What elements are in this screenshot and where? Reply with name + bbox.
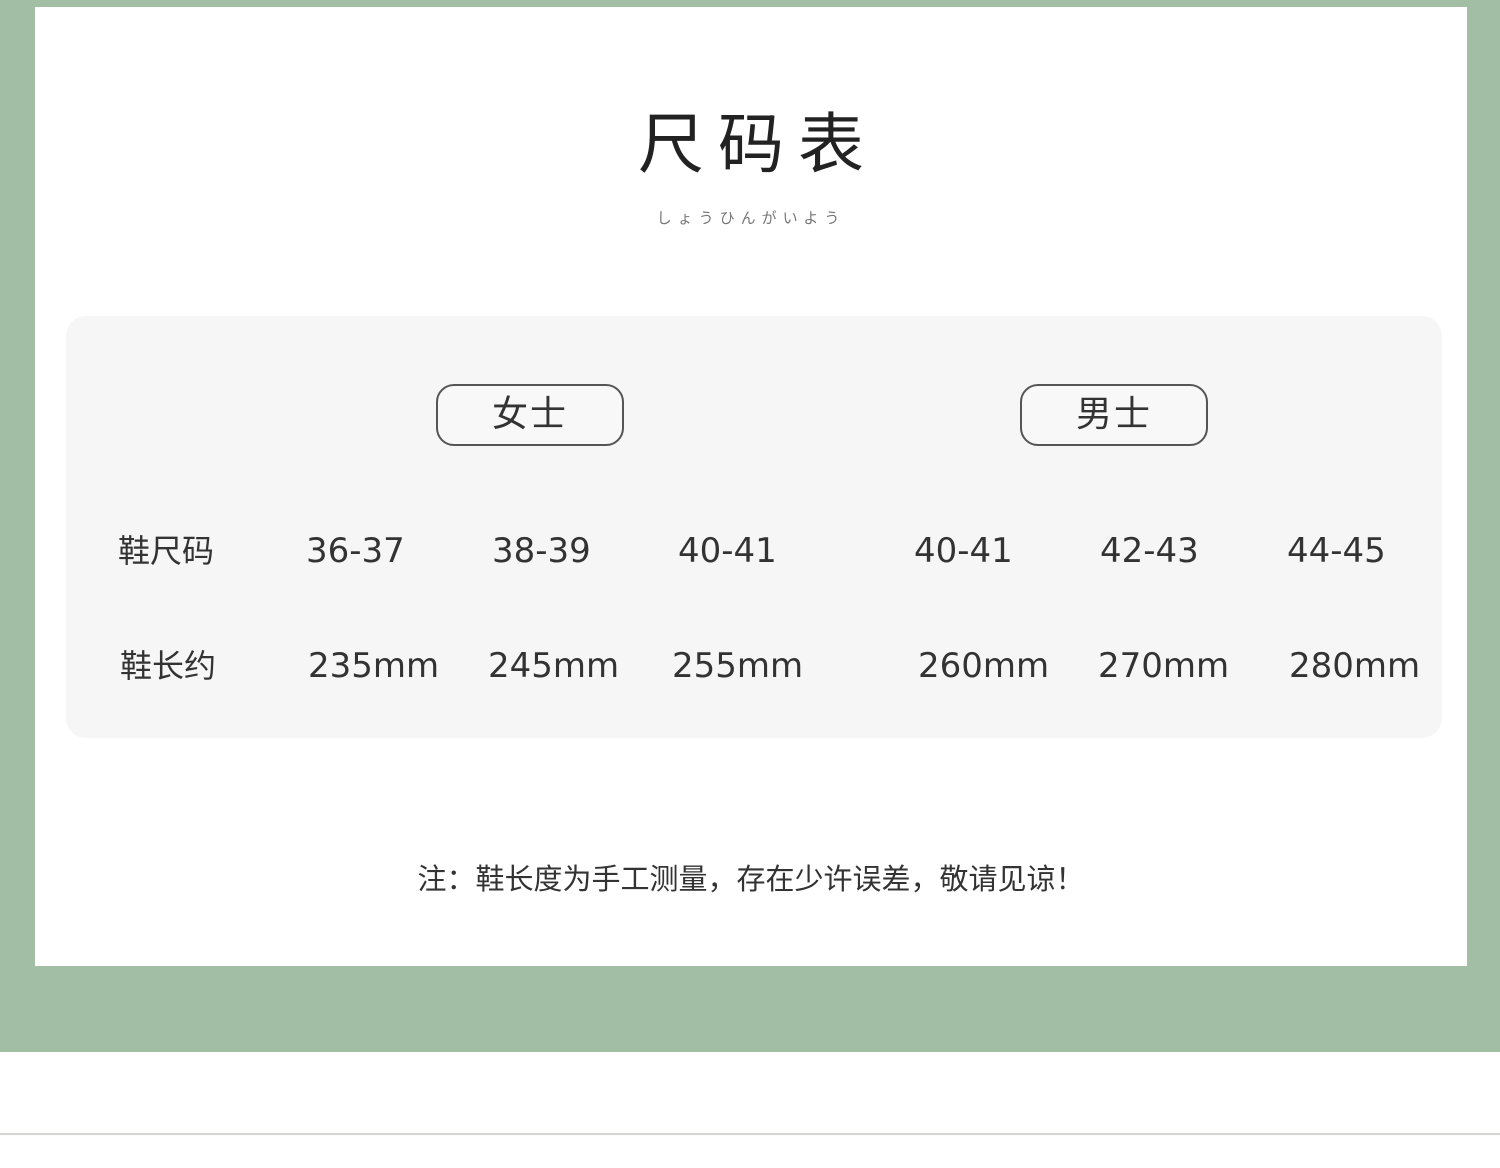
women-group-label: 女士 bbox=[436, 384, 624, 446]
size-chart-card: 尺码表 しょうひんがいよう 女士 男士 鞋尺码 36-37 38-39 40-4… bbox=[35, 7, 1467, 966]
measurement-note: 注：鞋长度为手工测量，存在少许误差，敬请见谅！ bbox=[417, 862, 1085, 896]
length-cell: 245mm bbox=[488, 646, 620, 686]
size-table: 女士 男士 鞋尺码 36-37 38-39 40-41 40-41 42-43 … bbox=[66, 316, 1442, 738]
divider bbox=[0, 1133, 1500, 1135]
size-cell: 36-37 bbox=[306, 531, 405, 571]
length-cell: 235mm bbox=[308, 646, 440, 686]
page-title: 尺码表 bbox=[638, 106, 878, 183]
length-cell: 280mm bbox=[1289, 646, 1421, 686]
size-cell: 42-43 bbox=[1100, 531, 1199, 571]
shoe-size-label: 鞋尺码 bbox=[118, 532, 215, 570]
size-cell: 44-45 bbox=[1287, 531, 1386, 571]
page-subtitle: しょうひんがいよう bbox=[656, 209, 846, 227]
length-cell: 260mm bbox=[918, 646, 1050, 686]
length-cell: 270mm bbox=[1098, 646, 1230, 686]
length-cell: 255mm bbox=[672, 646, 804, 686]
size-cell: 38-39 bbox=[492, 531, 591, 571]
men-group-label: 男士 bbox=[1020, 384, 1208, 446]
shoe-size-row: 鞋尺码 36-37 38-39 40-41 40-41 42-43 44-45 bbox=[66, 526, 1442, 576]
size-cell: 40-41 bbox=[914, 531, 1013, 571]
size-cell: 40-41 bbox=[678, 531, 777, 571]
shoe-length-row: 鞋长约 235mm 245mm 255mm 260mm 270mm 280mm bbox=[66, 641, 1442, 691]
shoe-length-label: 鞋长约 bbox=[120, 647, 217, 685]
